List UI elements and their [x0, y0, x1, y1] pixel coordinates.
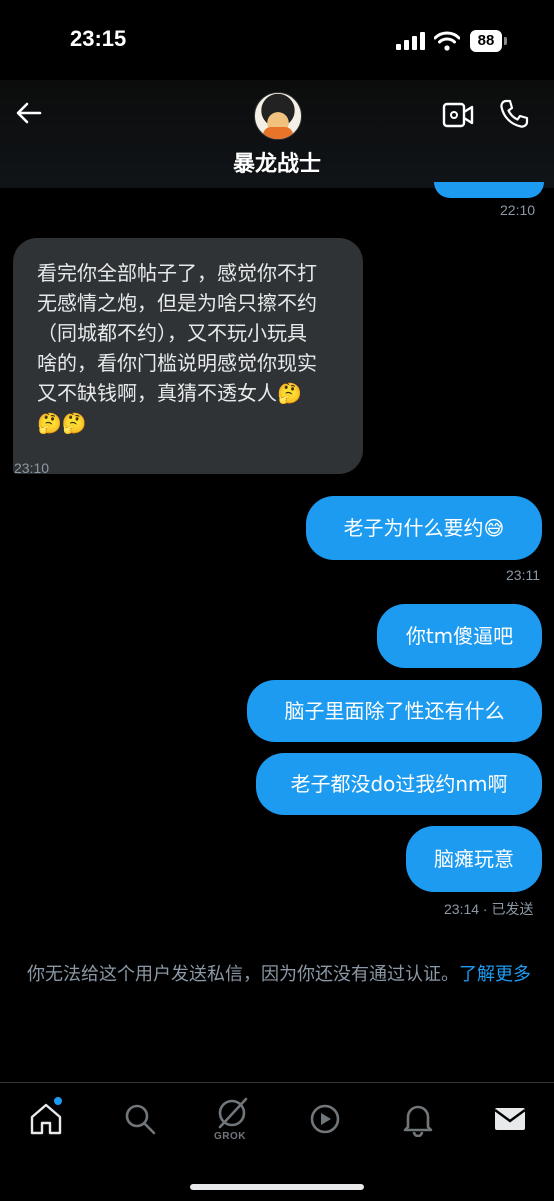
- battery-icon: 88: [470, 30, 502, 52]
- home-indicator[interactable]: [190, 1184, 364, 1190]
- outgoing-message[interactable]: 脑子里面除了性还有什么: [247, 680, 542, 742]
- battery-tip: [504, 37, 507, 45]
- message-line: （同城都不约），又不玩小玩具: [37, 321, 307, 345]
- search-icon[interactable]: [122, 1101, 158, 1137]
- notice-text: 你无法给这个用户发送私信，因为你还没有通过认证。: [27, 964, 459, 985]
- phone-icon[interactable]: [498, 98, 530, 130]
- message-line: 🤔🤔: [37, 411, 87, 435]
- outgoing-message[interactable]: 你tm傻逼吧: [377, 604, 542, 668]
- back-arrow-icon[interactable]: [12, 96, 46, 130]
- message-line: 无感情之炮，但是为啥只擦不约: [37, 291, 317, 315]
- message-timestamp: 23:11: [506, 567, 540, 583]
- message-timestamp: 22:10: [500, 202, 536, 218]
- play-icon[interactable]: [307, 1101, 343, 1137]
- message-line: 啥的，看你门槛说明感觉你现实: [37, 351, 317, 375]
- home-icon[interactable]: [28, 1101, 64, 1137]
- outgoing-message[interactable]: 脑瘫玩意: [406, 826, 542, 892]
- mail-icon[interactable]: [492, 1101, 528, 1137]
- contact-name[interactable]: 暴龙战士: [0, 146, 554, 178]
- message-status: 23:14 · 已发送: [444, 901, 534, 917]
- message-bubble-partial: [434, 182, 544, 198]
- message-timestamp: 23:10: [14, 460, 50, 476]
- incoming-message[interactable]: 看完你全部帖子了，感觉你不打 无感情之炮，但是为啥只擦不约 （同城都不约），又不…: [13, 238, 363, 474]
- avatar-shirt: [263, 127, 293, 139]
- dm-restriction-notice: 你无法给这个用户发送私信，因为你还没有通过认证。了解更多: [14, 960, 544, 990]
- outgoing-message[interactable]: 老子为什么要约😅: [306, 496, 542, 560]
- outgoing-message[interactable]: 老子都没do过我约nm啊: [256, 753, 542, 815]
- bell-icon[interactable]: [400, 1101, 436, 1137]
- signal-icon: [396, 32, 425, 50]
- message-line: 又不缺钱啊，真猜不透女人🤔: [37, 381, 302, 405]
- notification-dot: [54, 1097, 62, 1105]
- learn-more-link[interactable]: 了解更多: [459, 964, 531, 985]
- chat-header: 暴龙战士: [0, 80, 554, 188]
- grok-icon[interactable]: [214, 1095, 250, 1131]
- status-bar: 23:15 88: [0, 0, 554, 80]
- avatar[interactable]: [254, 92, 302, 140]
- status-time: 23:15: [70, 26, 127, 51]
- wifi-icon: [434, 31, 460, 51]
- video-icon[interactable]: [442, 100, 474, 130]
- message-line: 看完你全部帖子了，感觉你不打: [37, 261, 317, 285]
- grok-label: GROK: [214, 1131, 246, 1142]
